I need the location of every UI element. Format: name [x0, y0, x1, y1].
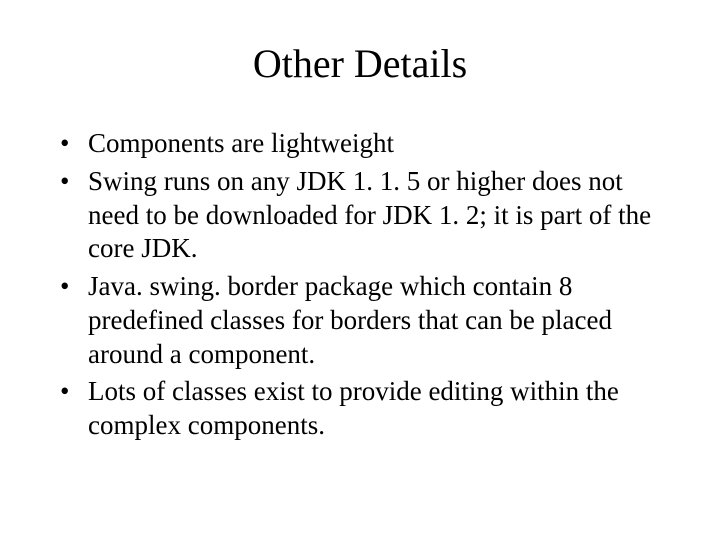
list-item: Components are lightweight: [60, 127, 680, 161]
bullet-list: Components are lightweight Swing runs on…: [40, 127, 680, 443]
list-item: Swing runs on any JDK 1. 1. 5 or higher …: [60, 165, 680, 266]
list-item: Lots of classes exist to provide editing…: [60, 375, 680, 443]
slide-title: Other Details: [40, 40, 680, 87]
list-item: Java. swing. border package which contai…: [60, 270, 680, 371]
